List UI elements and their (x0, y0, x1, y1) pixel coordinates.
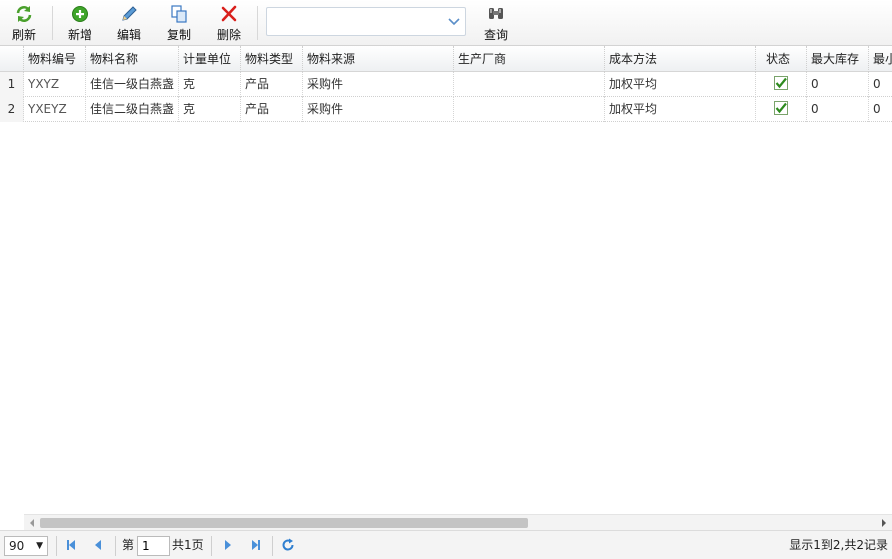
cell-name: 佳信一级白燕盏 (86, 72, 179, 97)
pager-divider (115, 536, 116, 556)
col-header-cost[interactable]: 成本方法 (605, 46, 756, 72)
toolbar-divider (52, 6, 53, 40)
add-button[interactable]: 新增 (62, 4, 98, 42)
row-number: 2 (0, 97, 24, 122)
grid-header: 物料编号 物料名称 计量单位 物料类型 物料来源 生产厂商 成本方法 状态 最大… (0, 46, 892, 72)
cell-unit: 克 (179, 72, 241, 97)
pencil-icon (119, 4, 139, 24)
page-prefix: 第 (122, 538, 135, 552)
copy-icon (169, 4, 189, 24)
prev-page-icon[interactable] (90, 537, 106, 553)
first-page-icon[interactable] (63, 537, 79, 553)
cell-type: 产品 (241, 97, 303, 122)
cell-cost: 加权平均 (605, 72, 756, 97)
cell-min: 0 (873, 77, 881, 91)
next-page-icon[interactable] (220, 537, 236, 553)
cell-max: 0 (807, 72, 869, 97)
search-label: 查询 (483, 28, 508, 42)
cell-code: YXEYZ (24, 97, 86, 122)
last-page-icon[interactable] (248, 537, 264, 553)
delete-button[interactable]: 删除 (211, 4, 247, 42)
header-rownum (0, 46, 24, 72)
cell-cost: 加权平均 (605, 97, 756, 122)
pager-divider (272, 536, 273, 556)
add-icon (70, 4, 90, 24)
page-total: 共1页 (172, 538, 204, 552)
row-number: 1 (0, 72, 24, 97)
scroll-left-icon[interactable] (24, 515, 40, 531)
cell-name: 佳信二级白燕盏 (86, 97, 179, 122)
col-header-min[interactable]: 最小 (869, 46, 892, 72)
delete-label: 删除 (216, 28, 241, 42)
cell-source: 采购件 (303, 72, 454, 97)
query-combobox[interactable] (266, 7, 466, 36)
binoculars-icon (486, 4, 506, 24)
data-grid: 物料编号 物料名称 计量单位 物料类型 物料来源 生产厂商 成本方法 状态 最大… (0, 46, 892, 530)
chevron-down-icon[interactable] (443, 8, 465, 35)
scroll-right-icon[interactable] (876, 515, 892, 531)
edit-label: 编辑 (116, 28, 141, 42)
cell-max: 0 (807, 97, 869, 122)
dropdown-arrow-icon: ▼ (36, 541, 43, 551)
col-header-code[interactable]: 物料编号 (24, 46, 86, 72)
refresh-icon (14, 4, 34, 24)
col-header-max[interactable]: 最大库存 (807, 46, 869, 72)
refresh-label: 刷新 (11, 28, 36, 42)
col-header-type[interactable]: 物料类型 (241, 46, 303, 72)
copy-button[interactable]: 复制 (161, 4, 197, 42)
toolbar-divider (257, 6, 258, 40)
horizontal-scrollbar[interactable] (24, 514, 892, 530)
close-icon (219, 4, 239, 24)
add-label: 新增 (67, 28, 92, 42)
cell-maker (454, 97, 605, 122)
pager-divider (56, 536, 57, 556)
copy-label: 复制 (166, 28, 191, 42)
toolbar: 刷新 新增 编辑 复制 删除 查询 (0, 0, 892, 46)
reload-icon[interactable] (280, 537, 296, 553)
search-button[interactable]: 查询 (478, 4, 514, 42)
col-header-unit[interactable]: 计量单位 (179, 46, 241, 72)
cell-code: YXYZ (24, 72, 86, 97)
pagination-bar: 90 ▼ 第 共1页 显示1到2,共2记录 (0, 530, 892, 559)
cell-maker (454, 72, 605, 97)
page-size-value: 90 (9, 539, 25, 553)
scrollbar-thumb[interactable] (40, 518, 528, 528)
col-header-name[interactable]: 物料名称 (86, 46, 179, 72)
cell-status (756, 97, 807, 122)
cell-type: 产品 (241, 72, 303, 97)
cell-unit: 克 (179, 97, 241, 122)
cell-source: 采购件 (303, 97, 454, 122)
col-header-status[interactable]: 状态 (756, 46, 807, 72)
refresh-button[interactable]: 刷新 (6, 4, 42, 42)
record-summary: 显示1到2,共2记录 (789, 538, 888, 552)
edit-button[interactable]: 编辑 (111, 4, 147, 42)
table-row[interactable]: 2 YXEYZ 佳信二级白燕盏 克 产品 采购件 加权平均 0 0 (0, 97, 892, 122)
page-size-select[interactable]: 90 ▼ (4, 536, 48, 556)
cell-min: 0 (873, 102, 881, 116)
table-row[interactable]: 1 YXYZ 佳信一级白燕盏 克 产品 采购件 加权平均 0 0 (0, 72, 892, 97)
pager-divider (211, 536, 212, 556)
cell-status (756, 72, 807, 97)
checkmark-icon (774, 99, 788, 115)
col-header-maker[interactable]: 生产厂商 (454, 46, 605, 72)
page-number-input[interactable] (137, 536, 170, 556)
col-header-source[interactable]: 物料来源 (303, 46, 454, 72)
checkmark-icon (774, 74, 788, 90)
